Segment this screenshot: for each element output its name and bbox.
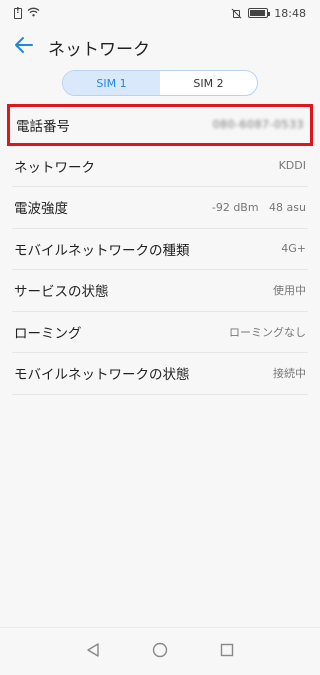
service-state-label: サービスの状態 bbox=[14, 284, 109, 301]
service-state-row: サービスの状態 使用中 bbox=[12, 270, 308, 312]
status-left bbox=[14, 6, 40, 20]
roaming-row: ローミング ローミングなし bbox=[12, 312, 308, 353]
service-state-value: 使用中 bbox=[273, 284, 306, 298]
signal-strength-value: -92 dBm 48 asu bbox=[211, 200, 306, 214]
mobile-network-state-row: モバイルネットワークの状態 接続中 bbox=[12, 353, 308, 395]
tab-sim-1[interactable]: SIM 1 bbox=[63, 71, 160, 95]
mobile-network-type-row: モバイルネットワークの種類 4G+ bbox=[12, 229, 308, 270]
page-title: ネットワーク bbox=[48, 39, 150, 60]
system-nav-bar bbox=[0, 627, 320, 675]
phone-number-row: 電話番号 080-6087-0533 bbox=[7, 104, 313, 146]
status-right: 18:48 bbox=[231, 7, 306, 20]
app-header: ネットワーク bbox=[0, 26, 320, 68]
mobile-network-state-value: 接続中 bbox=[273, 367, 306, 381]
signal-strength-label: 電波強度 bbox=[14, 201, 68, 218]
sim-tab-bar: SIM 1 SIM 2 bbox=[62, 70, 258, 96]
mute-icon bbox=[231, 8, 242, 19]
phone-number-value: 080-6087-0533 bbox=[212, 118, 304, 132]
roaming-value: ローミングなし bbox=[229, 325, 306, 339]
roaming-label: ローミング bbox=[14, 325, 82, 342]
status-time: 18:48 bbox=[274, 6, 306, 20]
phone-number-label: 電話番号 bbox=[16, 118, 70, 135]
network-row: ネットワーク KDDI bbox=[12, 146, 308, 187]
sim-alert-icon bbox=[14, 6, 22, 19]
network-value: KDDI bbox=[278, 159, 306, 173]
network-label: ネットワーク bbox=[14, 159, 95, 176]
nav-back-icon[interactable] bbox=[86, 642, 100, 662]
mobile-network-type-label: モバイルネットワークの種類 bbox=[14, 242, 190, 259]
nav-recents-icon[interactable] bbox=[220, 642, 234, 661]
signal-strength-row: 電波強度 -92 dBm 48 asu bbox=[12, 187, 308, 229]
nav-home-icon[interactable] bbox=[152, 642, 168, 662]
wifi-icon bbox=[27, 7, 40, 20]
mobile-network-type-value: 4G+ bbox=[281, 242, 306, 256]
tab-sim-2[interactable]: SIM 2 bbox=[160, 71, 257, 95]
network-info-list: 電話番号 080-6087-0533 ネットワーク KDDI 電波強度 -92 … bbox=[0, 104, 320, 395]
battery-icon bbox=[248, 8, 271, 18]
status-bar: 18:48 bbox=[0, 0, 320, 26]
back-arrow-icon[interactable] bbox=[14, 36, 34, 58]
mobile-network-state-label: モバイルネットワークの状態 bbox=[14, 367, 190, 384]
